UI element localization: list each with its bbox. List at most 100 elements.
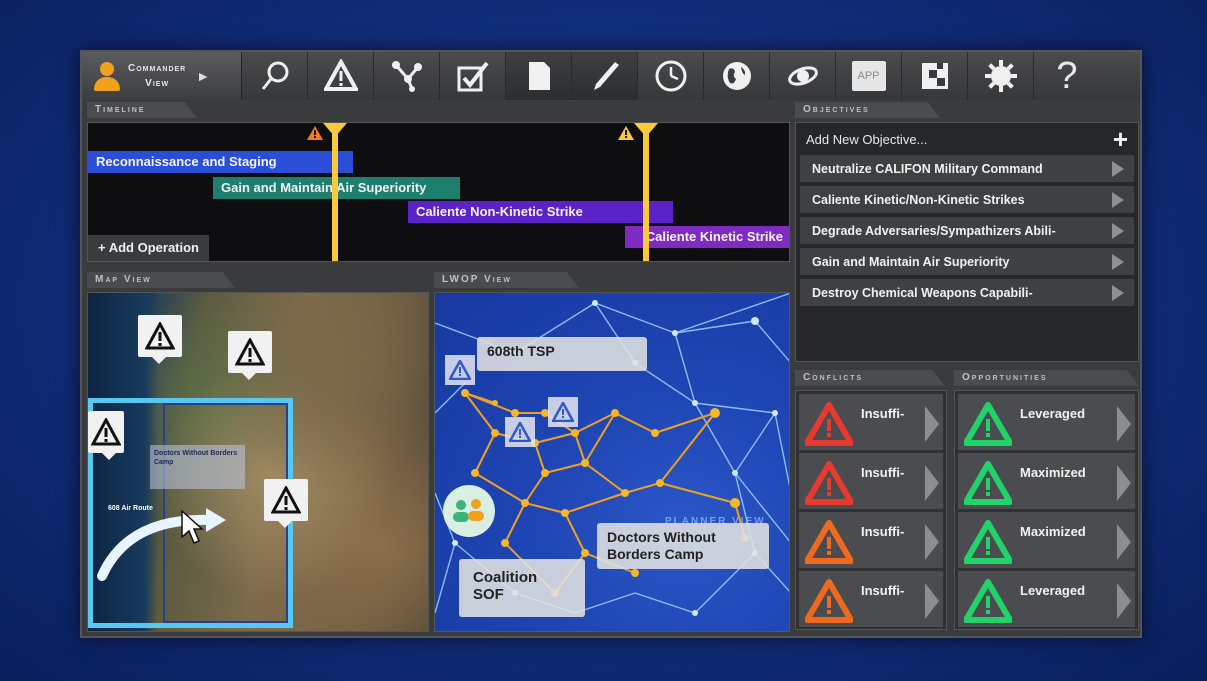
conflict-item[interactable]: Insuffi- [799,453,943,509]
document-icon [528,62,550,90]
objective-item[interactable]: Neutralize CALIFON Military Command [800,155,1134,182]
unit-marker[interactable] [445,355,475,385]
add-objective-label: Add New Objective... [806,131,928,147]
opportunity-label: Leveraged [1020,406,1086,421]
plus-icon[interactable]: + [1113,124,1128,155]
tab-objectives[interactable]: Objectives [795,102,940,118]
warning-icon [271,486,301,514]
conflict-item[interactable]: Insuffi- [799,394,943,450]
timeline-bar-recon[interactable]: Reconnaissance and Staging [88,151,353,173]
tab-opportunities[interactable]: Opportunities [954,370,1139,386]
opportunity-item[interactable]: Maximized [958,453,1135,509]
timeline-marker[interactable] [332,129,338,261]
globe-button[interactable] [704,52,770,100]
warning-marker[interactable] [264,479,308,528]
conflict-label: Insuffi- [861,406,905,421]
opportunity-item[interactable]: Maximized [958,512,1135,568]
objective-item[interactable]: Gain and Maintain Air Superiority [800,248,1134,275]
pen-button[interactable] [572,52,638,100]
unit-marker[interactable] [548,397,578,427]
sof-callout[interactable]: Coalition SOF [459,559,585,617]
conflict-label: Insuffi- [861,583,905,598]
opportunity-label: Maximized [1020,465,1086,480]
conflicts-panel: Insuffi- Insuffi- Insuffi- Insuffi- [795,390,947,630]
arrow-right-icon [1112,222,1124,239]
warning-icon [964,402,1012,446]
orbit-button[interactable] [770,52,836,100]
marker-head-icon [323,123,347,137]
warning-icon [509,422,531,442]
warning-icon [91,418,121,446]
unit-marker[interactable] [505,417,535,447]
gear-icon [984,60,1017,92]
clock-button[interactable] [638,52,704,100]
cursor-icon [181,509,204,544]
checkbox-icon [457,61,489,92]
network-icon [391,61,422,92]
view-label: View [145,78,170,89]
warning-marker[interactable] [228,331,272,380]
tab-map-view[interactable]: Map View [87,272,235,288]
warning-marker[interactable] [88,411,124,460]
camp-label[interactable]: Doctors Without Borders Camp [150,445,245,489]
warning-icon [307,126,323,140]
warning-icon [145,322,175,350]
conflict-label: Insuffi- [861,524,905,539]
timeline-bar-nonkinetic[interactable]: Caliente Non-Kinetic Strike [408,201,673,223]
warning-icon [552,402,574,422]
arrow-right-icon [1112,160,1124,177]
warning-icon [805,402,853,446]
globe-icon [722,62,751,90]
timeline-bar-kinetic[interactable]: Caliente Kinetic Strike [625,226,789,248]
arrow-right-icon [1117,524,1131,560]
lwop-view-panel[interactable]: 608th TSP PLANNER VIEW Doctors Without B… [434,292,790,632]
tab-lwop-view[interactable]: LWOP View [434,272,579,288]
warning-icon [964,520,1012,564]
arrow-right-icon [925,406,939,442]
warning-icon [805,579,853,623]
warning-marker[interactable] [138,315,182,364]
commander-view-button[interactable]: Commander View ► [82,52,242,100]
objective-item[interactable]: Degrade Adversaries/Sympathizers Abili- [800,217,1134,244]
network-button[interactable] [374,52,440,100]
help-icon: ? [1056,54,1078,97]
document-button[interactable] [506,52,572,100]
objective-item[interactable]: Caliente Kinetic/Non-Kinetic Strikes [800,186,1134,213]
map-view-panel[interactable]: Doctors Without Borders Camp 608 Air Rou… [87,292,429,632]
tsp-callout[interactable]: 608th TSP [477,337,647,371]
checker-icon [921,63,948,89]
conflict-item[interactable]: Insuffi- [799,512,943,568]
tab-conflicts[interactable]: Conflicts [795,370,945,386]
arrow-right-icon [925,583,939,619]
warning-icon [235,338,265,366]
settings-button[interactable] [968,52,1034,100]
add-operation-button[interactable]: + Add Operation [88,235,209,261]
help-button[interactable]: ? [1034,52,1100,100]
caret-right-icon: ► [196,68,211,84]
tab-timeline[interactable]: Timeline [87,102,197,118]
arrow-right-icon [1112,253,1124,270]
warning-icon [964,579,1012,623]
camp-callout[interactable]: Doctors Without Borders Camp [597,523,769,569]
user-icon [92,59,122,93]
marker-head-icon [634,123,658,137]
commander-label: Commander [128,63,187,74]
search-button[interactable] [242,52,308,100]
arrow-right-icon [1117,583,1131,619]
conflict-item[interactable]: Insuffi- [799,571,943,627]
alerts-button[interactable] [308,52,374,100]
checklist-button[interactable] [440,52,506,100]
grid-button[interactable] [902,52,968,100]
add-objective-row[interactable]: Add New Objective... + [796,123,1138,155]
arrow-right-icon [1117,406,1131,442]
opportunity-label: Maximized [1020,524,1086,539]
timeline-marker[interactable] [643,129,649,261]
objective-item[interactable]: Destroy Chemical Weapons Capabili- [800,279,1134,306]
app-button[interactable]: APP [836,52,902,100]
opportunities-panel: Leveraged Maximized Maximized Leveraged [954,390,1139,630]
opportunity-item[interactable]: Leveraged [958,394,1135,450]
warning-icon [805,520,853,564]
team-icon[interactable] [443,485,495,537]
opportunity-item[interactable]: Leveraged [958,571,1135,627]
timeline-panel: Reconnaissance and Staging Gain and Main… [87,122,790,262]
